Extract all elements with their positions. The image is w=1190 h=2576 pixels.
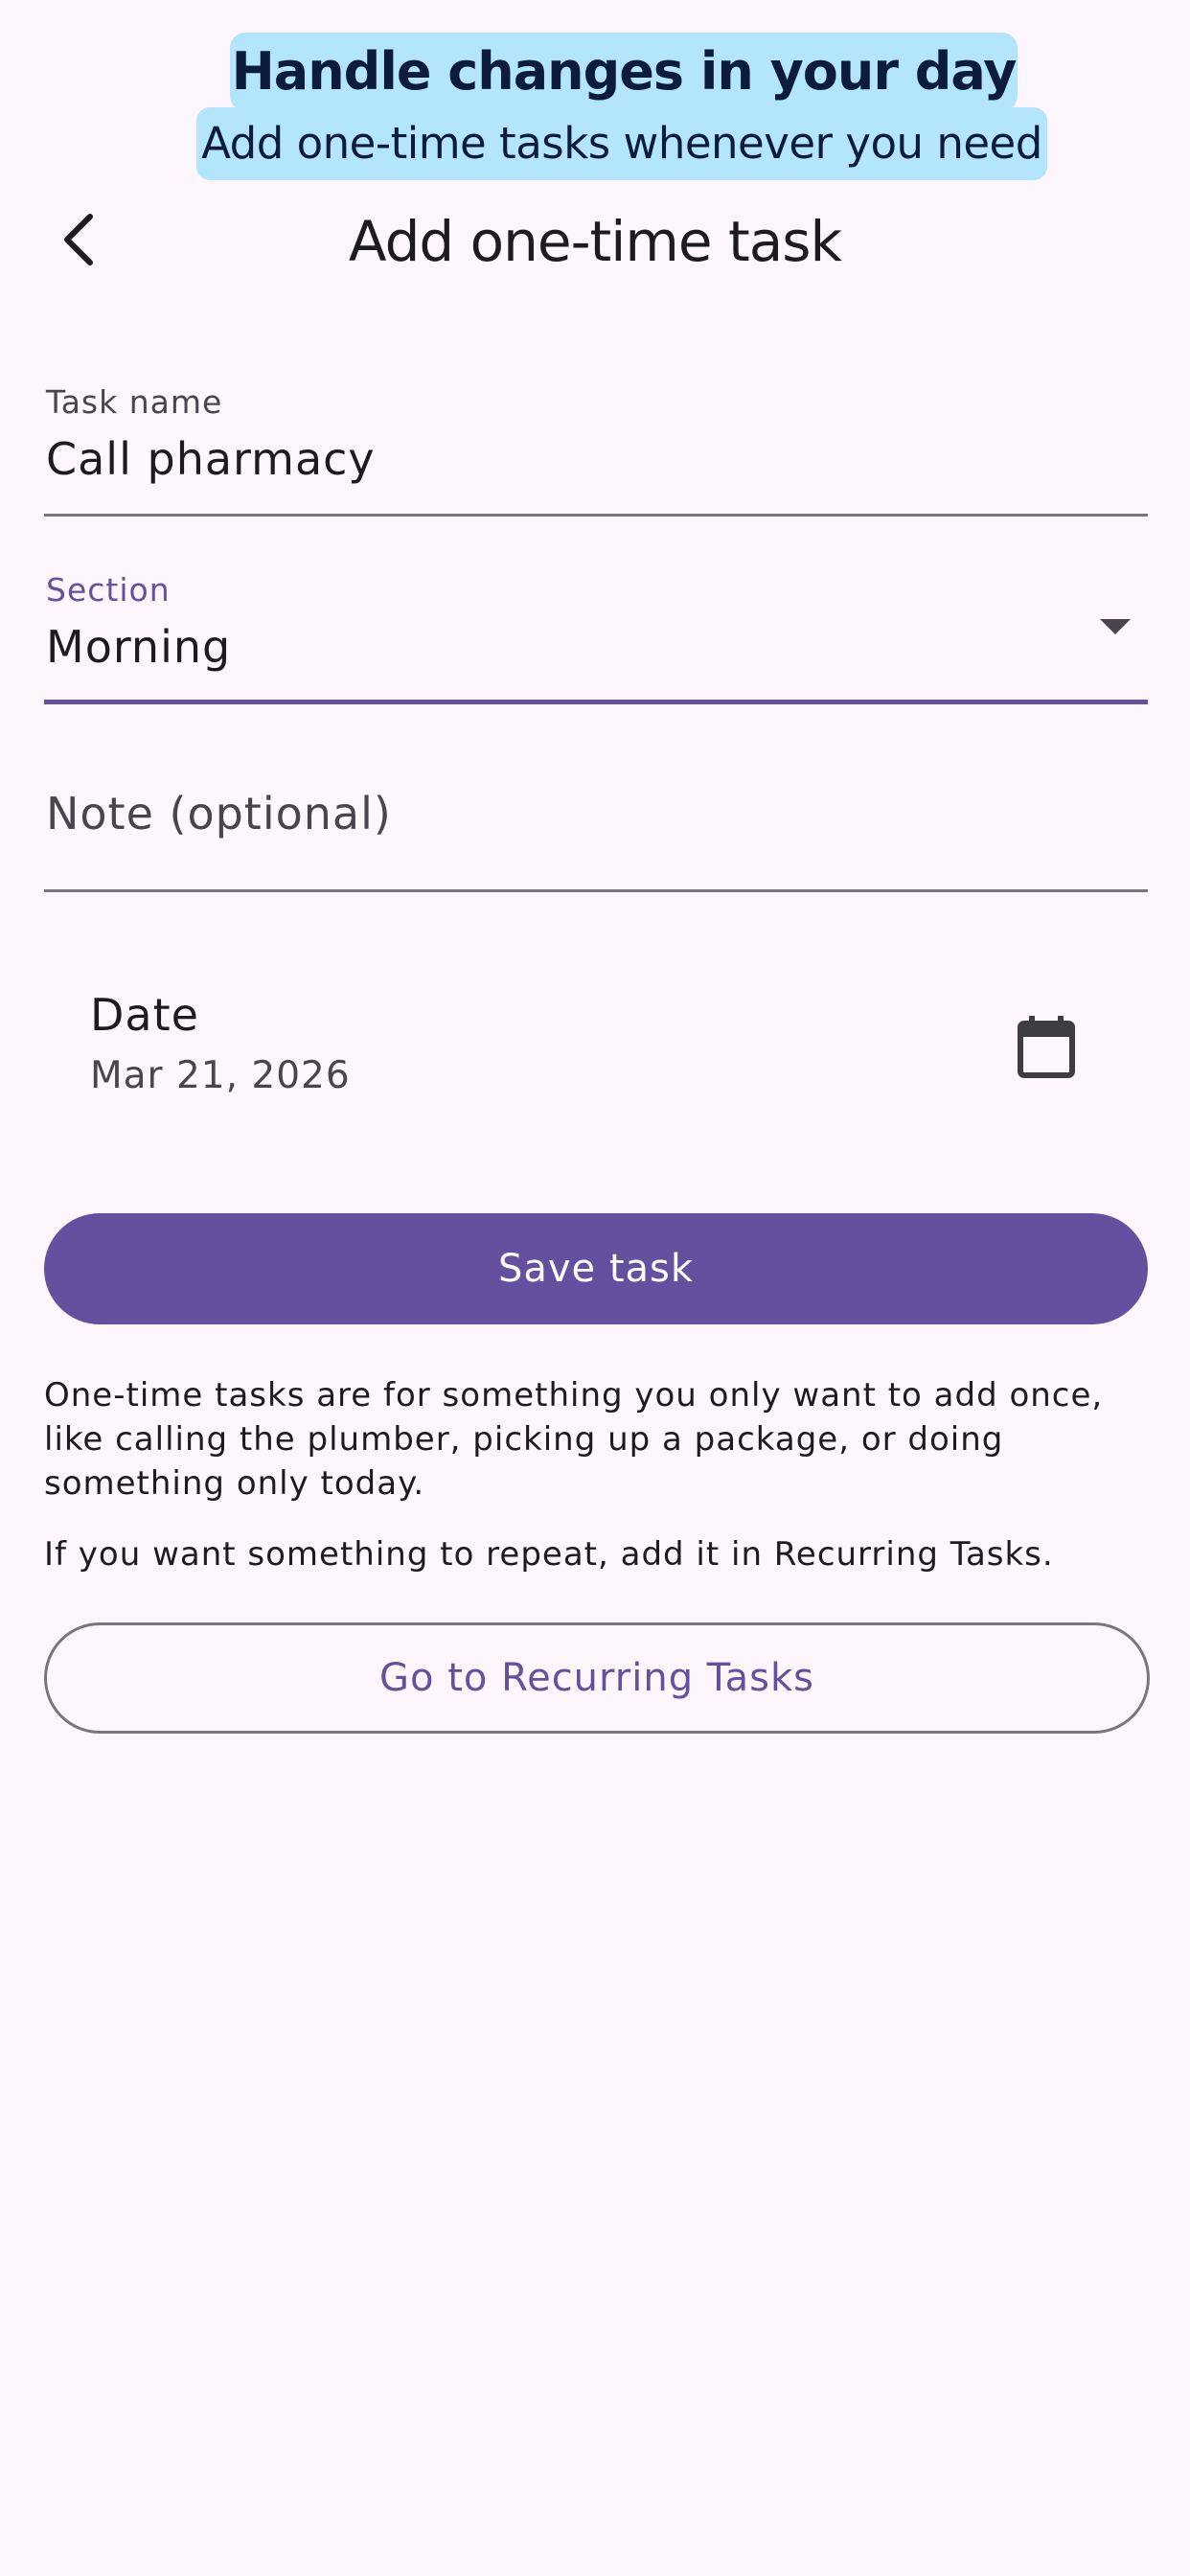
banner-title: Handle changes in your day: [230, 33, 1018, 111]
section-value: Morning: [46, 621, 232, 673]
info-paragraph-recurring: If you want something to repeat, add it …: [44, 1535, 1054, 1574]
calendar-icon: [1018, 1016, 1075, 1078]
task-name-underline: [44, 514, 1148, 517]
date-label: Date: [90, 989, 199, 1041]
section-label: Section: [46, 571, 171, 609]
section-dropdown[interactable]: Section Morning: [44, 567, 1148, 705]
banner-subtitle: Add one-time tasks whenever you need: [196, 107, 1047, 180]
dropdown-arrow-icon: [1100, 619, 1131, 634]
date-picker-button[interactable]: [1008, 1008, 1085, 1085]
page-title: Add one-time task: [348, 209, 842, 274]
info-paragraph-one-time: One-time tasks are for something you onl…: [44, 1376, 1104, 1503]
go-to-recurring-tasks-button[interactable]: Go to Recurring Tasks: [44, 1622, 1150, 1734]
note-placeholder: Note (optional): [46, 788, 392, 840]
note-underline: [44, 889, 1148, 892]
date-value: Mar 21, 2026: [90, 1054, 351, 1097]
section-underline: [44, 700, 1148, 704]
task-name-label: Task name: [46, 383, 223, 421]
task-name-input[interactable]: Call pharmacy: [46, 433, 376, 485]
note-field[interactable]: Note (optional): [44, 767, 1148, 895]
task-name-field[interactable]: Task name Call pharmacy: [44, 380, 1148, 518]
save-task-button[interactable]: Save task: [44, 1213, 1148, 1324]
